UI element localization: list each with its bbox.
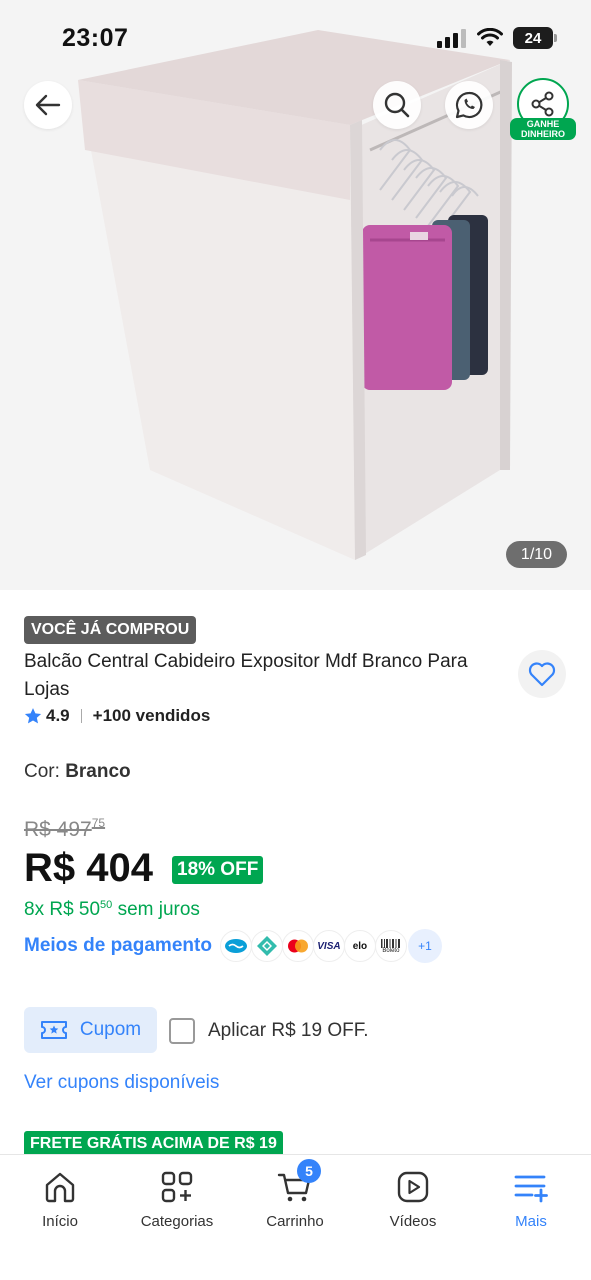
mastercard-icon bbox=[281, 930, 314, 962]
view-coupons-link[interactable]: Ver cupons disponíveis bbox=[24, 1072, 219, 1094]
arrow-left-icon bbox=[35, 94, 61, 116]
apply-coupon-checkbox[interactable] bbox=[169, 1018, 195, 1044]
rating-row[interactable]: 4.9 +100 vendidos bbox=[24, 706, 210, 726]
product-gallery[interactable]: 23:07 24 GANHE DINHEIRO 1/10 bbox=[0, 0, 591, 590]
boleto-icon: Boleto bbox=[374, 930, 407, 962]
color-label: Cor: bbox=[24, 761, 60, 782]
bottom-navigation: Início Categorias 5 Carrinho Vídeos Mais bbox=[0, 1154, 591, 1280]
whatsapp-icon bbox=[455, 91, 483, 119]
elo-icon: elo bbox=[343, 930, 376, 962]
video-icon bbox=[393, 1167, 433, 1207]
nav-item-categories[interactable]: Categorias bbox=[122, 1167, 232, 1230]
old-price: R$ 49775 bbox=[24, 816, 105, 842]
nav-item-cart[interactable]: 5 Carrinho bbox=[240, 1159, 350, 1230]
signal-icon bbox=[437, 29, 466, 48]
installments-suffix: sem juros bbox=[117, 899, 200, 920]
categories-icon bbox=[157, 1167, 197, 1207]
coupon-button[interactable]: Cupom bbox=[24, 1007, 157, 1053]
nav-label-categories: Categorias bbox=[140, 1213, 214, 1230]
coupon-label: Cupom bbox=[79, 1019, 142, 1040]
nav-label-cart: Carrinho bbox=[266, 1213, 324, 1230]
boleto-label: Boleto bbox=[382, 947, 400, 954]
more-payment-methods[interactable]: +1 bbox=[407, 929, 442, 963]
home-icon bbox=[40, 1167, 80, 1207]
color-value: Branco bbox=[65, 761, 131, 782]
installments-cents: 50 bbox=[100, 899, 113, 911]
apply-coupon-text[interactable]: Aplicar R$ 19 OFF. bbox=[208, 1020, 369, 1042]
status-bar: 23:07 24 bbox=[0, 0, 591, 80]
menu-icon bbox=[511, 1167, 551, 1207]
battery-icon: 24 bbox=[513, 27, 557, 49]
rating-divider bbox=[80, 709, 82, 723]
pix-icon bbox=[250, 930, 283, 962]
earn-badge-line1: GANHE bbox=[526, 119, 560, 129]
color-selector[interactable]: Cor: Branco bbox=[24, 761, 131, 783]
star-icon bbox=[24, 708, 42, 724]
ticket-icon bbox=[40, 1021, 67, 1039]
nav-label-home: Início bbox=[42, 1213, 78, 1230]
status-time: 23:07 bbox=[62, 24, 129, 52]
nav-label-videos: Vídeos bbox=[389, 1213, 437, 1230]
sold-count: +100 vendidos bbox=[92, 706, 211, 725]
payment-methods-label[interactable]: Meios de pagamento bbox=[24, 935, 212, 957]
mercado-pago-icon bbox=[219, 930, 252, 962]
payment-methods-link[interactable]: Meios de pagamento VISA elo Boleto +1 bbox=[24, 929, 442, 963]
image-counter: 1/10 bbox=[506, 541, 567, 568]
nav-item-videos[interactable]: Vídeos bbox=[358, 1167, 468, 1230]
old-price-main: R$ 497 bbox=[24, 818, 92, 841]
share-earn-button[interactable]: GANHE DINHEIRO bbox=[510, 78, 576, 142]
heart-icon bbox=[528, 662, 556, 687]
status-icons: 24 bbox=[437, 27, 557, 49]
wifi-icon bbox=[477, 28, 503, 46]
current-price: R$ 404 bbox=[24, 846, 153, 890]
product-image[interactable] bbox=[0, 0, 591, 590]
product-title: Balcão Central Cabideiro Expositor Mdf B… bbox=[24, 651, 468, 700]
rating-value: 4.9 bbox=[46, 706, 70, 725]
favorite-button[interactable] bbox=[518, 650, 566, 698]
search-icon bbox=[384, 92, 410, 118]
share-icon bbox=[531, 91, 554, 117]
back-button[interactable] bbox=[24, 81, 72, 129]
cart-icon: 5 bbox=[275, 1159, 321, 1207]
installments-prefix: 8x R$ 50 bbox=[24, 899, 101, 920]
nav-label-more: Mais bbox=[515, 1213, 547, 1230]
nav-item-home[interactable]: Início bbox=[5, 1167, 115, 1230]
earn-money-badge: GANHE DINHEIRO bbox=[510, 118, 576, 140]
already-bought-badge: VOCÊ JÁ COMPROU bbox=[24, 616, 197, 644]
whatsapp-share-button[interactable] bbox=[445, 81, 493, 129]
discount-badge: 18% OFF bbox=[172, 856, 264, 884]
visa-icon: VISA bbox=[312, 930, 345, 962]
earn-badge-line2: DINHEIRO bbox=[520, 129, 565, 139]
cart-count-badge: 5 bbox=[297, 1159, 321, 1183]
search-button[interactable] bbox=[373, 81, 421, 129]
old-price-cents: 75 bbox=[91, 816, 106, 830]
installments: 8x R$ 5050 sem juros bbox=[24, 899, 200, 921]
nav-item-more[interactable]: Mais bbox=[476, 1167, 586, 1230]
